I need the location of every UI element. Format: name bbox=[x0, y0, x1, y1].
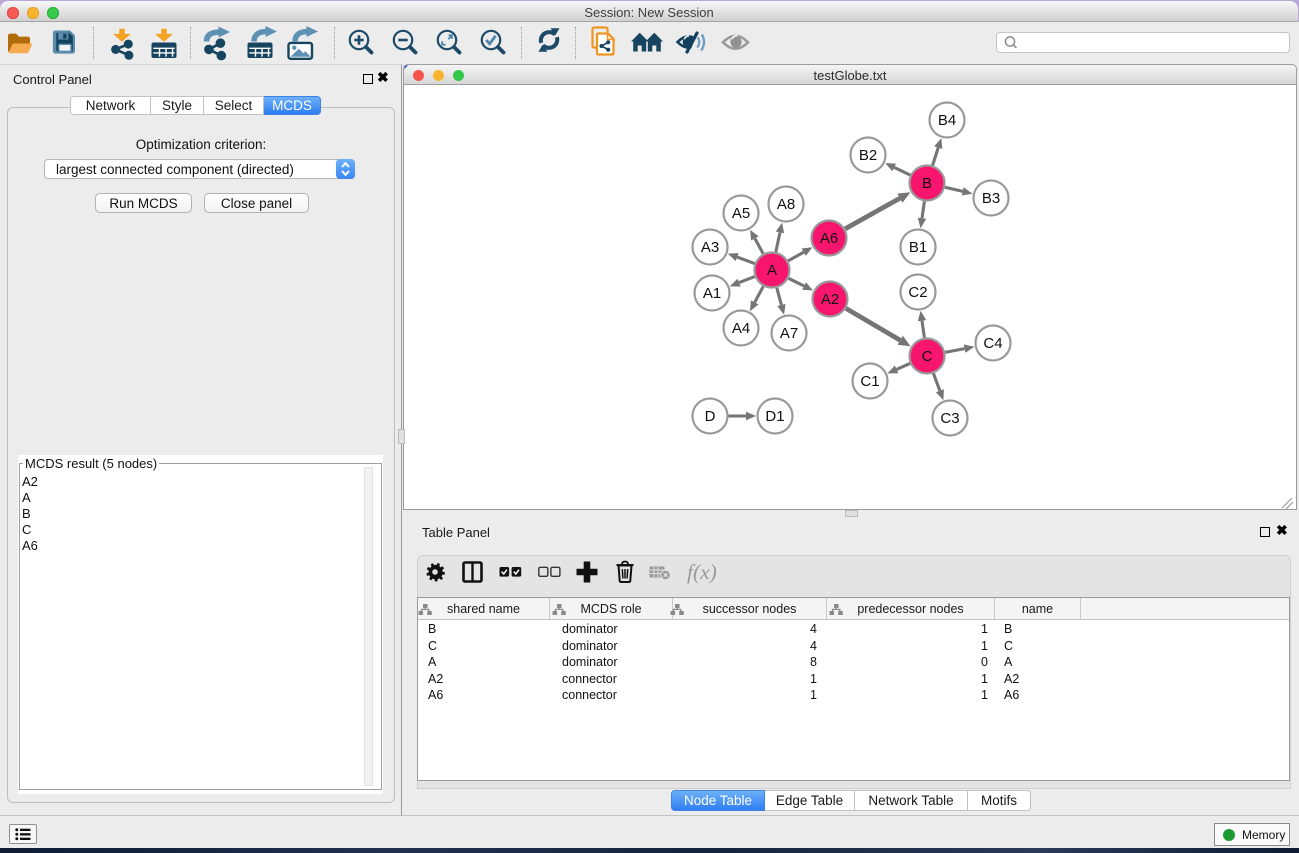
svg-text:D1: D1 bbox=[765, 408, 784, 425]
svg-text:A7: A7 bbox=[780, 325, 798, 342]
svg-text:C2: C2 bbox=[908, 284, 927, 301]
svg-text:A6: A6 bbox=[820, 230, 838, 247]
svg-text:A: A bbox=[767, 262, 777, 279]
svg-text:C3: C3 bbox=[940, 410, 959, 427]
svg-text:D: D bbox=[705, 408, 716, 425]
svg-text:B4: B4 bbox=[938, 112, 956, 129]
svg-text:C: C bbox=[922, 348, 933, 365]
svg-text:A3: A3 bbox=[701, 239, 719, 256]
svg-text:B1: B1 bbox=[909, 239, 927, 256]
svg-text:B: B bbox=[922, 175, 932, 192]
svg-text:A2: A2 bbox=[821, 291, 839, 308]
svg-text:C1: C1 bbox=[860, 373, 879, 390]
svg-text:B2: B2 bbox=[859, 147, 877, 164]
svg-text:A8: A8 bbox=[777, 196, 795, 213]
svg-text:f(x): f(x) bbox=[687, 560, 717, 584]
svg-text:A4: A4 bbox=[732, 320, 750, 337]
svg-text:C4: C4 bbox=[983, 335, 1002, 352]
svg-text:B3: B3 bbox=[982, 190, 1000, 207]
svg-text:A5: A5 bbox=[732, 205, 750, 222]
svg-text:A1: A1 bbox=[703, 285, 721, 302]
